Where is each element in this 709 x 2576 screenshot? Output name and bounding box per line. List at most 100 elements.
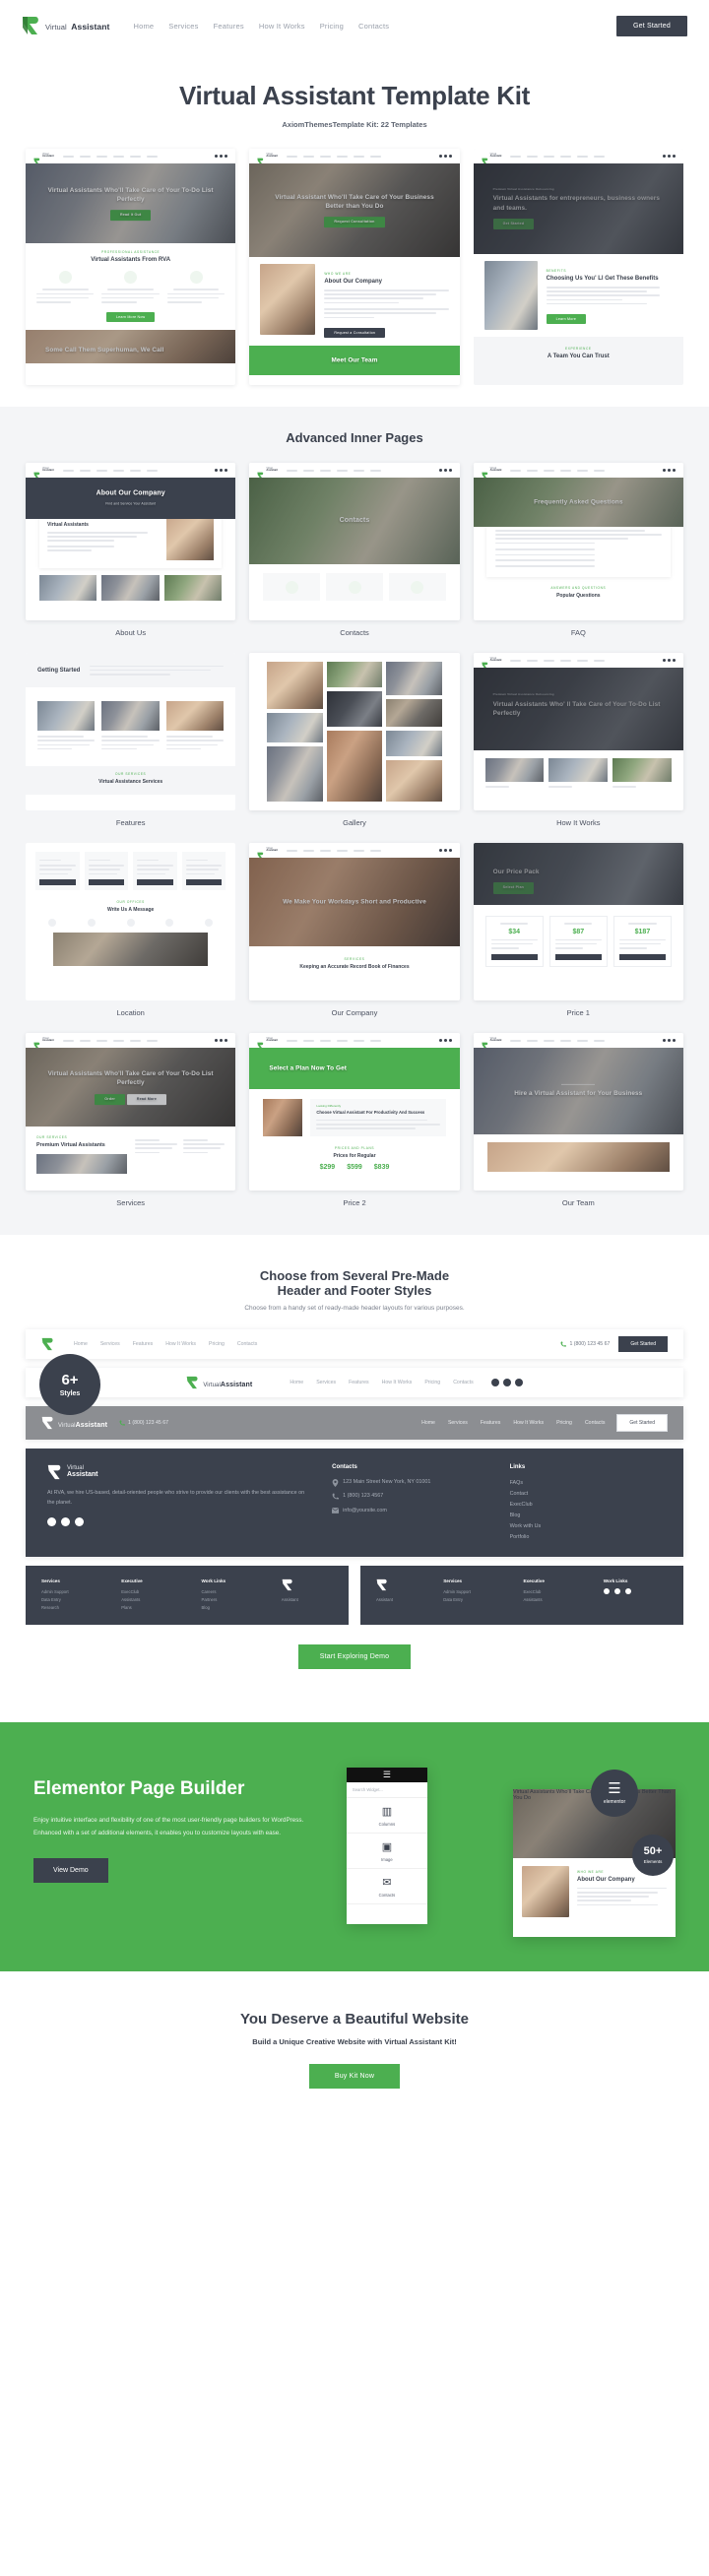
header-3-cta[interactable]: Get Started (616, 1414, 668, 1432)
header-3-phone[interactable]: 1 (800) 123 45 67 (119, 1420, 168, 1426)
inner-card-how-it-works[interactable]: Virtual Assistant Premium Virtual Assista… (473, 653, 683, 827)
footer-link-execclub[interactable]: ExecClub (510, 1500, 662, 1511)
fm3-col2-item1[interactable]: ExecClub (523, 1588, 587, 1596)
widgets-panel[interactable]: ☰ Search Widget... ▥ Columns ▣ Image ✉ C… (346, 1767, 427, 1924)
footer-email[interactable]: info@yoursite.com (332, 1507, 483, 1515)
footer-socials[interactable] (47, 1517, 306, 1527)
h1-nav-services[interactable]: Services (100, 1341, 120, 1347)
fm2-col1-item1[interactable]: Admin Support (41, 1588, 105, 1596)
nav-item-how-it-works[interactable]: How It Works (259, 22, 305, 31)
twitter-icon[interactable] (603, 1588, 610, 1595)
widget-image[interactable]: ▣ Image (346, 1834, 427, 1869)
h3-nav-pricing[interactable]: Pricing (556, 1420, 572, 1426)
nav-item-features[interactable]: Features (214, 22, 244, 31)
h2-nav-features[interactable]: Features (349, 1380, 368, 1385)
h3-nav-features[interactable]: Features (481, 1420, 500, 1426)
header-style-3[interactable]: VirtualAssistant 1 (800) 123 45 67 Home … (26, 1406, 683, 1440)
inner-card-about-us[interactable]: Virtual Assistant About Our Company Find … (26, 463, 236, 637)
fm2-col3-item3[interactable]: Blog (202, 1604, 266, 1612)
inner-card-features[interactable]: Getting Started Our Services Virtual Ass… (26, 653, 236, 827)
inner-card-faq[interactable]: Virtual Assistant Frequently Asked Questi… (473, 463, 683, 637)
buy-kit-now-button[interactable]: Buy Kit Now (308, 2063, 401, 2089)
facebook-icon[interactable] (502, 1379, 511, 1386)
h2-nav-contacts[interactable]: Contacts (453, 1380, 473, 1385)
fm2-col3-item1[interactable]: Careers (202, 1588, 266, 1596)
twitter-icon[interactable] (47, 1517, 56, 1527)
inner-card-price-1[interactable]: Our Price Pack Select Plan $34 $87 $187 … (473, 843, 683, 1017)
instagram-icon[interactable] (75, 1517, 84, 1527)
mail-icon (332, 1507, 340, 1513)
nav-item-services[interactable]: Services (168, 22, 198, 31)
h3-nav-home[interactable]: Home (421, 1420, 435, 1426)
facebook-icon[interactable] (61, 1517, 70, 1527)
header-style-1[interactable]: Home Services Features How It Works Pric… (26, 1329, 683, 1359)
inner-card-gallery[interactable]: Gallery (249, 653, 460, 827)
h1-nav-contacts[interactable]: Contacts (237, 1341, 257, 1347)
demo-card-3[interactable]: Virtual Assistant Premium Virtual Assista… (473, 149, 683, 385)
demo-card-1[interactable]: Virtual Assistant Virtual Assistants Who'… (26, 149, 236, 385)
h2-nav-services[interactable]: Services (316, 1380, 336, 1385)
h2-nav-home[interactable]: Home (290, 1380, 303, 1385)
footer-style-1[interactable]: Virtual Assistant At RVA, we hire US-base… (26, 1449, 683, 1558)
h1-nav-how[interactable]: How It Works (165, 1341, 196, 1347)
fm2-col2-item2[interactable]: Assistants (121, 1596, 185, 1604)
instagram-icon[interactable] (624, 1588, 631, 1595)
h1-nav-pricing[interactable]: Pricing (209, 1341, 225, 1347)
nav-item-pricing[interactable]: Pricing (320, 22, 344, 31)
twitter-icon[interactable] (490, 1379, 499, 1386)
facebook-icon[interactable] (613, 1588, 620, 1595)
footer-link-portfolio[interactable]: Portfolio (510, 1532, 662, 1543)
header-style-2[interactable]: VirtualAssistant Home Services Features … (26, 1368, 683, 1397)
start-exploring-demo-button[interactable]: Start Exploring Demo (297, 1643, 412, 1669)
h3-nav-services[interactable]: Services (448, 1420, 468, 1426)
inner-card-contacts[interactable]: Virtual Assistant Contacts Contacts (249, 463, 460, 637)
footer-link-blog[interactable]: Blog (510, 1511, 662, 1521)
widget-contacts[interactable]: ✉ Contacts (346, 1869, 427, 1904)
header-1-phone[interactable]: 1 (800) 123 45 67 (560, 1341, 610, 1347)
inner-card-price-2[interactable]: Virtual Assistant Select a Plan Now To Ge… (249, 1033, 460, 1207)
footer-link-work-with-us[interactable]: Work with Us (510, 1521, 662, 1532)
footer-style-3[interactable]: Assistant Services Admin Support Data En… (360, 1566, 683, 1625)
site-logo[interactable]: Virtual Assistant (22, 16, 109, 35)
h1-nav-features[interactable]: Features (133, 1341, 153, 1347)
header-2-nav[interactable]: Home Services Features How It Works Pric… (290, 1380, 473, 1385)
main-nav[interactable]: Home Services Features How It Works Pric… (133, 22, 389, 31)
header-1-nav[interactable]: Home Services Features How It Works Pric… (74, 1341, 257, 1347)
inner-card-our-company[interactable]: Virtual Assistant We Make Your Workdays S… (249, 843, 460, 1017)
header-3-nav[interactable]: Home Services Features How It Works Pric… (421, 1420, 605, 1426)
h2-nav-how[interactable]: How It Works (382, 1380, 413, 1385)
h1-nav-home[interactable]: Home (74, 1341, 88, 1347)
fm3-socials[interactable] (603, 1588, 668, 1595)
widget-search-input[interactable]: Search Widget... (346, 1782, 427, 1798)
fm3-col1-item1[interactable]: Admin Support (443, 1588, 507, 1596)
h2-nav-pricing[interactable]: Pricing (424, 1380, 440, 1385)
hamburger-icon[interactable]: ☰ (383, 1770, 391, 1779)
footer-phone[interactable]: 1 (800) 123 4567 (332, 1492, 483, 1501)
fm2-col2-item1[interactable]: ExecClub (121, 1588, 185, 1596)
widget-columns[interactable]: ▥ Columns (346, 1798, 427, 1834)
fm2-col2-item3[interactable]: Plans (121, 1604, 185, 1612)
footer-link-contact[interactable]: Contact (510, 1489, 662, 1500)
fm3-col1-item2[interactable]: Data Entry (443, 1596, 507, 1604)
footer-style-2[interactable]: Services Admin Support Data Entry Resear… (26, 1566, 349, 1625)
fm2-col1-item3[interactable]: Research (41, 1604, 105, 1612)
fm2-col1-item2[interactable]: Data Entry (41, 1596, 105, 1604)
fm2-col3-item2[interactable]: Partners (202, 1596, 266, 1604)
h3-nav-contacts[interactable]: Contacts (585, 1420, 605, 1426)
demo-card-2[interactable]: Virtual Assistant Virtual Assistant Who'l… (249, 149, 460, 385)
h3-nav-how[interactable]: How It Works (513, 1420, 544, 1426)
inner-card-location[interactable]: Our Offices Write Us A Message (26, 843, 236, 1017)
header-2-socials[interactable] (490, 1379, 523, 1386)
header-1-cta[interactable]: Get Started (618, 1336, 668, 1352)
inner-card-services[interactable]: Virtual Assistant Virtual Assistants Who'… (26, 1033, 236, 1207)
demo-2-bottom-caption: Meet Our Team (331, 356, 378, 364)
fm3-col2-item2[interactable]: Assistants (523, 1596, 587, 1604)
nav-item-contacts[interactable]: Contacts (358, 22, 389, 31)
instagram-icon[interactable] (514, 1379, 523, 1386)
nav-item-home[interactable]: Home (133, 22, 154, 31)
view-demo-button[interactable]: View Demo (33, 1857, 108, 1883)
inner-card-our-team[interactable]: Virtual Assistant Hire a Virtual Assistan… (473, 1033, 683, 1207)
footer-link-faqs[interactable]: FAQs (510, 1478, 662, 1489)
footer-logo[interactable]: Virtual Assistant (47, 1464, 306, 1480)
get-started-button[interactable]: Get Started (616, 15, 687, 36)
